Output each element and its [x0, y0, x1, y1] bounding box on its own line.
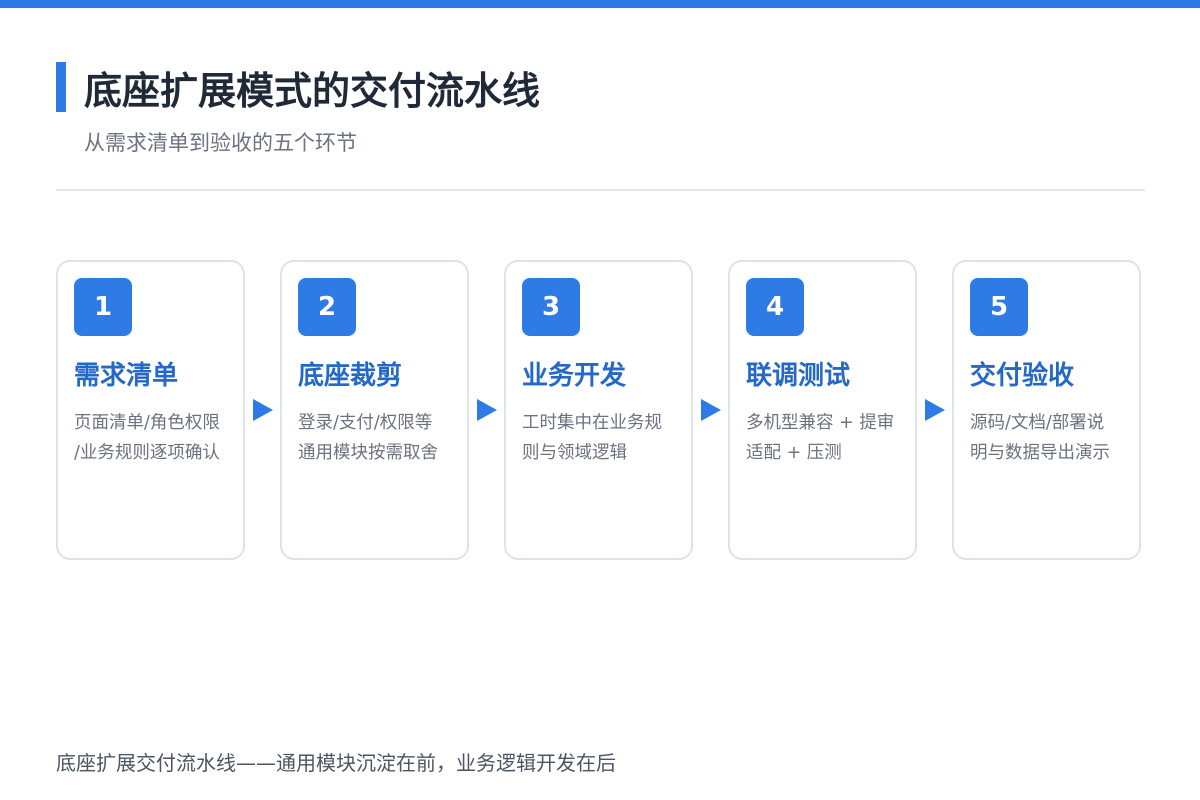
step-description-line: 通用模块按需取舍	[298, 443, 438, 463]
step-description: 工时集中在业务规 则与领域逻辑	[522, 408, 690, 468]
step-description-line: 明与数据导出演示	[970, 443, 1110, 463]
step-card-4: 4 联调测试 多机型兼容 + 提审 适配 + 压测	[728, 260, 917, 560]
page-subtitle: 从需求清单到验收的五个环节	[84, 131, 357, 155]
step-description-line: 多机型兼容 + 提审	[746, 413, 895, 433]
arrow-right-icon	[477, 399, 497, 421]
step-title: 交付验收	[970, 361, 1075, 391]
step-description-line: 适配 + 压测	[746, 443, 842, 463]
step-title: 业务开发	[522, 361, 627, 391]
footer-caption: 底座扩展交付流水线——通用模块沉淀在前，业务逻辑开发在后	[56, 751, 616, 775]
step-title: 联调测试	[746, 361, 851, 391]
top-accent-bar	[0, 0, 1200, 8]
step-description-line: 工时集中在业务规	[522, 413, 662, 433]
arrow-right-icon	[701, 399, 721, 421]
title-accent-bar	[56, 62, 66, 112]
step-description-line: 页面清单/角色权限	[74, 413, 220, 433]
step-description: 多机型兼容 + 提审 适配 + 压测	[746, 408, 914, 468]
step-number-badge: 5	[970, 278, 1028, 336]
step-description: 页面清单/角色权限 /业务规则逐项确认	[74, 408, 242, 468]
page-title: 底座扩展模式的交付流水线	[84, 69, 541, 113]
step-description-line: /业务规则逐项确认	[74, 443, 220, 463]
step-description-line: 则与领域逻辑	[522, 443, 627, 463]
step-card-1: 1 需求清单 页面清单/角色权限 /业务规则逐项确认	[56, 260, 245, 560]
step-description: 源码/文档/部署说 明与数据导出演示	[970, 408, 1138, 468]
step-card-5: 5 交付验收 源码/文档/部署说 明与数据导出演示	[952, 260, 1141, 560]
step-number-badge: 2	[298, 278, 356, 336]
arrow-right-icon	[925, 399, 945, 421]
step-number-badge: 4	[746, 278, 804, 336]
step-description: 登录/支付/权限等 通用模块按需取舍	[298, 408, 466, 468]
step-title: 需求清单	[74, 361, 179, 391]
step-description-line: 源码/文档/部署说	[970, 413, 1105, 433]
step-card-3: 3 业务开发 工时集中在业务规 则与领域逻辑	[504, 260, 693, 560]
pipeline-steps: 1 需求清单 页面清单/角色权限 /业务规则逐项确认 2 底座裁剪 登录/支付/…	[56, 260, 1145, 562]
step-number-badge: 3	[522, 278, 580, 336]
step-number-badge: 1	[74, 278, 132, 336]
step-description-line: 登录/支付/权限等	[298, 413, 433, 433]
arrow-right-icon	[253, 399, 273, 421]
header-divider	[56, 189, 1145, 191]
step-card-2: 2 底座裁剪 登录/支付/权限等 通用模块按需取舍	[280, 260, 469, 560]
step-title: 底座裁剪	[298, 361, 403, 391]
